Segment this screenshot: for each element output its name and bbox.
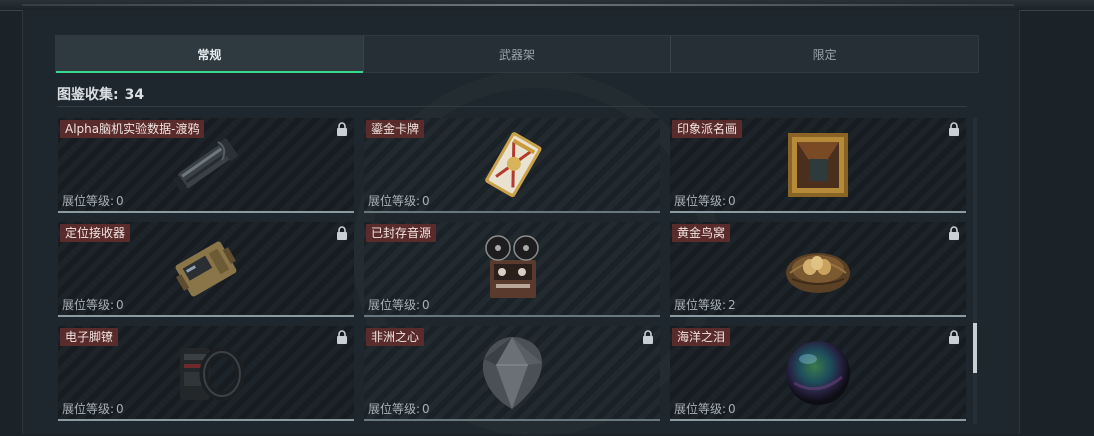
tab-regular[interactable]: 常规 — [56, 36, 364, 73]
collection-card[interactable]: 定位接收器 展位等级: 0 — [58, 222, 354, 317]
booth-level-label: 展位等级: — [674, 298, 727, 312]
collection-counter: 图鉴收集: 34 — [57, 84, 144, 104]
booth-level-label: 展位等级: — [674, 194, 727, 208]
lock-icon — [643, 330, 653, 344]
booth-level: 展位等级: 0 — [368, 296, 430, 313]
item-grid: Alpha脑机实验数据-渡鸦 展位等级: 0 鎏金卡牌 展位等级: 0 印象派名… — [58, 118, 966, 421]
lock-icon — [337, 330, 347, 344]
booth-level: 展位等级: 0 — [674, 192, 736, 209]
tab-weapon-rack[interactable]: 武器架 — [364, 36, 672, 72]
booth-level-value: 0 — [728, 194, 736, 208]
booth-level: 展位等级: 0 — [62, 296, 124, 313]
collection-card[interactable]: 非洲之心 展位等级: 0 — [364, 326, 660, 421]
collection-card[interactable]: Alpha脑机实验数据-渡鸦 展位等级: 0 — [58, 118, 354, 213]
lock-icon — [949, 122, 959, 136]
booth-level-label: 展位等级: — [368, 402, 421, 416]
booth-level-value: 0 — [116, 402, 124, 416]
collection-label: 图鉴收集: — [57, 87, 119, 103]
lock-icon — [337, 226, 347, 240]
framed-painting-icon — [788, 132, 848, 197]
receiver-device-icon — [175, 241, 237, 296]
item-name: 鎏金卡牌 — [366, 120, 425, 138]
lock-icon — [949, 330, 959, 344]
booth-level: 展位等级: 2 — [674, 296, 736, 313]
category-tabs: 常规 武器架 限定 — [55, 35, 979, 73]
scrollbar-thumb[interactable] — [973, 323, 977, 373]
booth-level-value: 0 — [422, 194, 430, 208]
booth-level-label: 展位等级: — [368, 298, 421, 312]
booth-level-label: 展位等级: — [62, 402, 115, 416]
item-name: 非洲之心 — [366, 328, 425, 346]
item-name: 已封存音源 — [366, 224, 437, 242]
booth-level: 展位等级: 0 — [62, 192, 124, 209]
booth-level: 展位等级: 0 — [62, 400, 124, 417]
booth-level-value: 0 — [422, 402, 430, 416]
lock-icon — [337, 122, 347, 136]
bird-nest-golden-eggs-icon — [786, 252, 850, 293]
item-name: 定位接收器 — [60, 224, 131, 242]
booth-level-value: 0 — [728, 402, 736, 416]
collection-count: 34 — [124, 87, 145, 103]
booth-level-label: 展位等级: — [62, 298, 115, 312]
booth-level: 展位等级: 0 — [368, 192, 430, 209]
booth-level-value: 2 — [728, 298, 736, 312]
tab-limited[interactable]: 限定 — [671, 36, 978, 72]
booth-level-value: 0 — [422, 298, 430, 312]
booth-level: 展位等级: 0 — [368, 400, 430, 417]
booth-level-label: 展位等级: — [62, 194, 115, 208]
collection-card[interactable]: 海洋之泪 展位等级: 0 — [670, 326, 966, 421]
gun-barrel-device-icon — [172, 137, 238, 191]
item-name: 印象派名画 — [672, 120, 743, 138]
booth-level-label: 展位等级: — [674, 402, 727, 416]
collection-card[interactable]: 鎏金卡牌 展位等级: 0 — [364, 118, 660, 213]
booth-level-label: 展位等级: — [368, 194, 421, 208]
collection-card[interactable]: 印象派名画 展位等级: 0 — [670, 118, 966, 213]
collection-card[interactable]: 黄金鸟窝 展位等级: 2 — [670, 222, 966, 317]
collection-card[interactable]: 电子脚镣 展位等级: 0 — [58, 326, 354, 421]
booth-level-value: 0 — [116, 298, 124, 312]
ocean-orb-icon — [786, 340, 850, 405]
reel-tape-recorder-icon — [485, 234, 539, 298]
lock-icon — [949, 226, 959, 240]
top-line — [22, 4, 1014, 6]
dark-diamond-icon — [482, 336, 542, 409]
scrollbar[interactable] — [973, 118, 977, 424]
item-name: 电子脚镣 — [60, 328, 119, 346]
collection-card[interactable]: 已封存音源 展位等级: 0 — [364, 222, 660, 317]
item-name: 海洋之泪 — [672, 328, 731, 346]
item-name: 黄金鸟窝 — [672, 224, 731, 242]
gilded-card-icon — [485, 131, 542, 197]
divider — [57, 106, 967, 107]
electronic-ankle-monitor-icon — [180, 347, 245, 400]
booth-level: 展位等级: 0 — [674, 400, 736, 417]
booth-level-value: 0 — [116, 194, 124, 208]
